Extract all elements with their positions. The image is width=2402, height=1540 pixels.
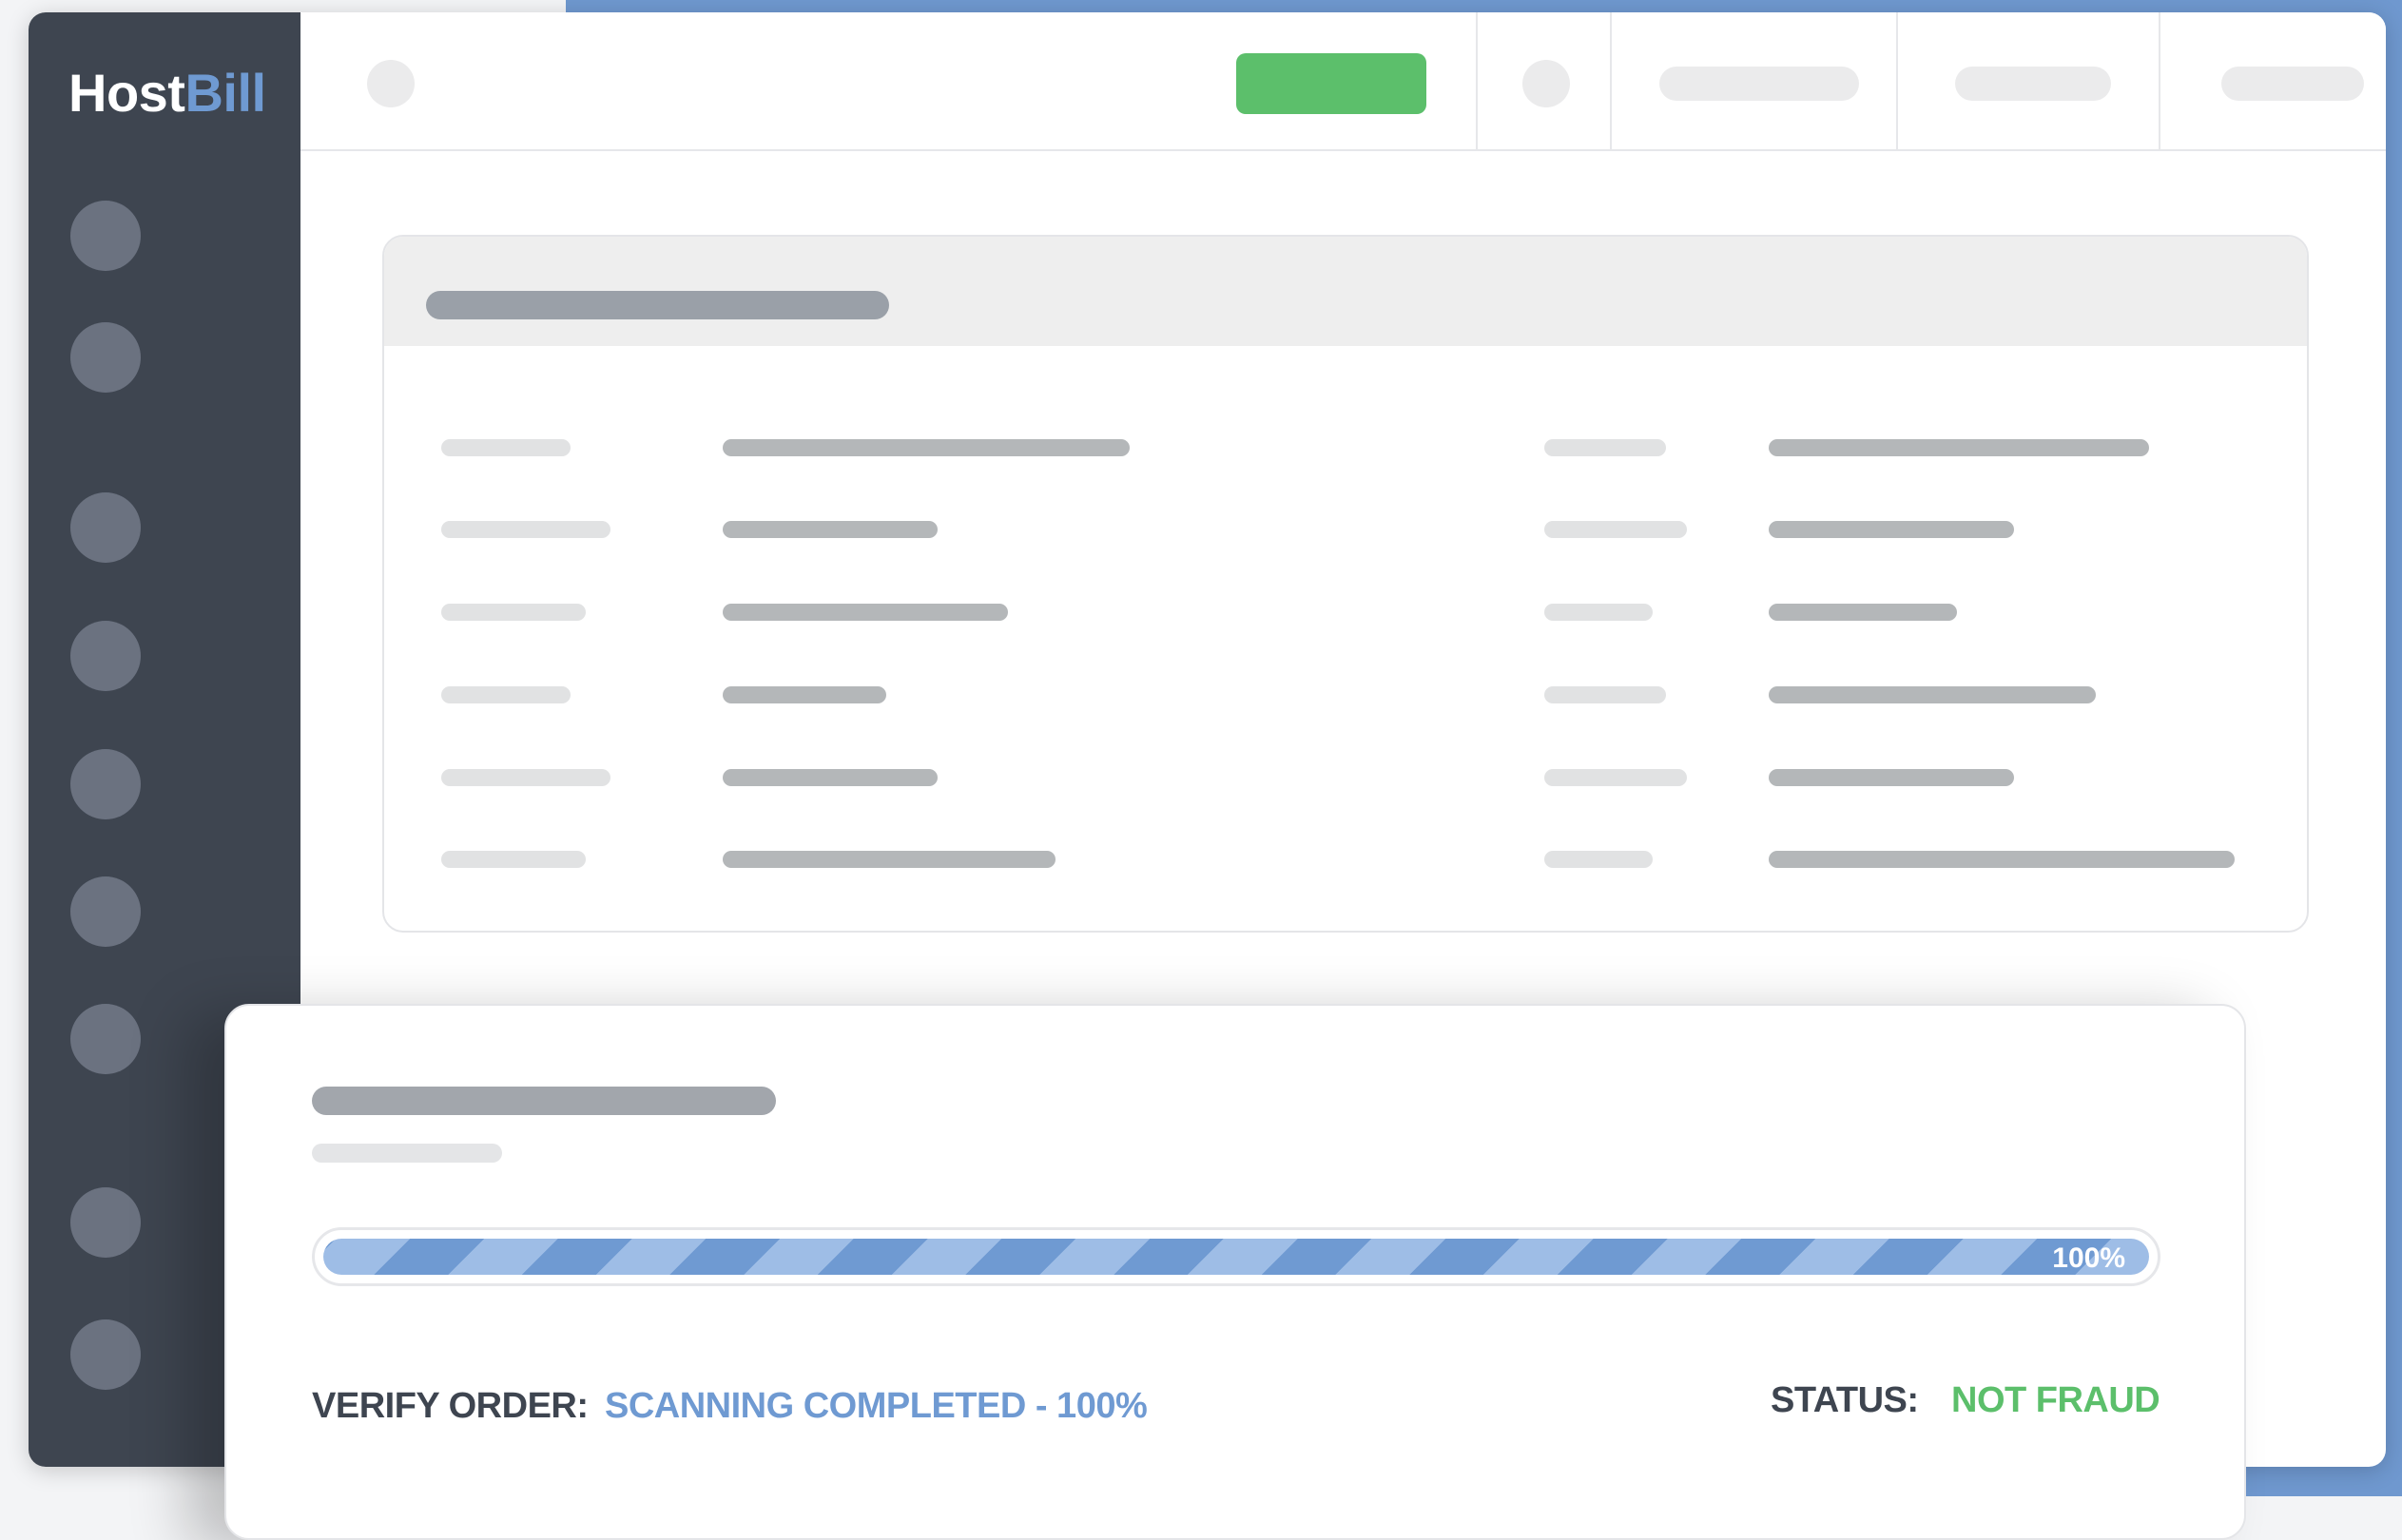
field-label-placeholder (441, 769, 610, 786)
menu-toggle-icon[interactable] (367, 60, 415, 107)
field-value-placeholder (1769, 521, 2014, 538)
panel-title-placeholder (312, 1087, 776, 1115)
verify-order-label: VERIFY ORDER: (312, 1386, 589, 1426)
status-value: NOT FRAUD (1951, 1380, 2160, 1420)
topbar-divider (1610, 12, 1612, 149)
nav-item-icon[interactable] (70, 1187, 141, 1258)
field-label-placeholder (1544, 439, 1666, 456)
field-value-placeholder (1769, 439, 2149, 456)
topbar (300, 12, 2386, 151)
card-title-placeholder (426, 291, 889, 319)
logo-text-host: Host (68, 63, 185, 123)
field-value-placeholder (723, 604, 1008, 621)
card-header (384, 237, 2307, 346)
field-value-placeholder (723, 686, 886, 703)
field-value-placeholder (723, 439, 1130, 456)
status-label: STATUS: (1771, 1380, 1919, 1420)
field-label-placeholder (1544, 521, 1687, 538)
nav-item-icon[interactable] (70, 749, 141, 819)
field-label-placeholder (441, 851, 586, 868)
nav-item-icon[interactable] (70, 322, 141, 393)
field-label-placeholder (441, 439, 571, 456)
logo-text-bill: Bill (184, 63, 266, 123)
field-label-placeholder (441, 604, 586, 621)
nav-item-icon[interactable] (70, 1319, 141, 1390)
nav-item-icon[interactable] (70, 1004, 141, 1074)
scan-progress-label: 100% (2052, 1242, 2125, 1274)
panel-subtitle-placeholder (312, 1144, 502, 1163)
field-value-placeholder (1769, 604, 1957, 621)
field-value-placeholder (1769, 851, 2235, 868)
field-label-placeholder (441, 686, 571, 703)
topbar-menu-item[interactable] (2221, 67, 2364, 101)
topbar-menu-item[interactable] (1955, 67, 2111, 101)
topbar-menu-item[interactable] (1659, 67, 1859, 101)
verify-order-value: SCANNING COMPLETED - 100% (605, 1386, 1148, 1426)
hostbill-logo[interactable]: HostBill (68, 62, 266, 124)
nav-item-icon[interactable] (70, 201, 141, 271)
field-value-placeholder (723, 769, 938, 786)
field-label-placeholder (1544, 851, 1653, 868)
field-label-placeholder (441, 521, 610, 538)
primary-action-button[interactable] (1236, 53, 1426, 114)
field-value-placeholder (723, 851, 1056, 868)
nav-item-icon[interactable] (70, 492, 141, 563)
notifications-icon[interactable] (1522, 60, 1570, 107)
topbar-divider (1896, 12, 1898, 149)
field-value-placeholder (1769, 686, 2096, 703)
field-label-placeholder (1544, 769, 1687, 786)
nav-item-icon[interactable] (70, 876, 141, 947)
order-details-card (382, 235, 2309, 933)
field-label-placeholder (1544, 604, 1653, 621)
fraud-check-panel: 100% VERIFY ORDER: SCANNING COMPLETED - … (224, 1004, 2246, 1540)
field-label-placeholder (1544, 686, 1666, 703)
field-value-placeholder (1769, 769, 2014, 786)
scan-progress-bar: 100% (312, 1227, 2160, 1286)
field-value-placeholder (723, 521, 938, 538)
topbar-divider (2159, 12, 2160, 149)
nav-item-icon[interactable] (70, 621, 141, 691)
topbar-divider (1476, 12, 1478, 149)
scan-progress-fill (323, 1239, 2149, 1275)
